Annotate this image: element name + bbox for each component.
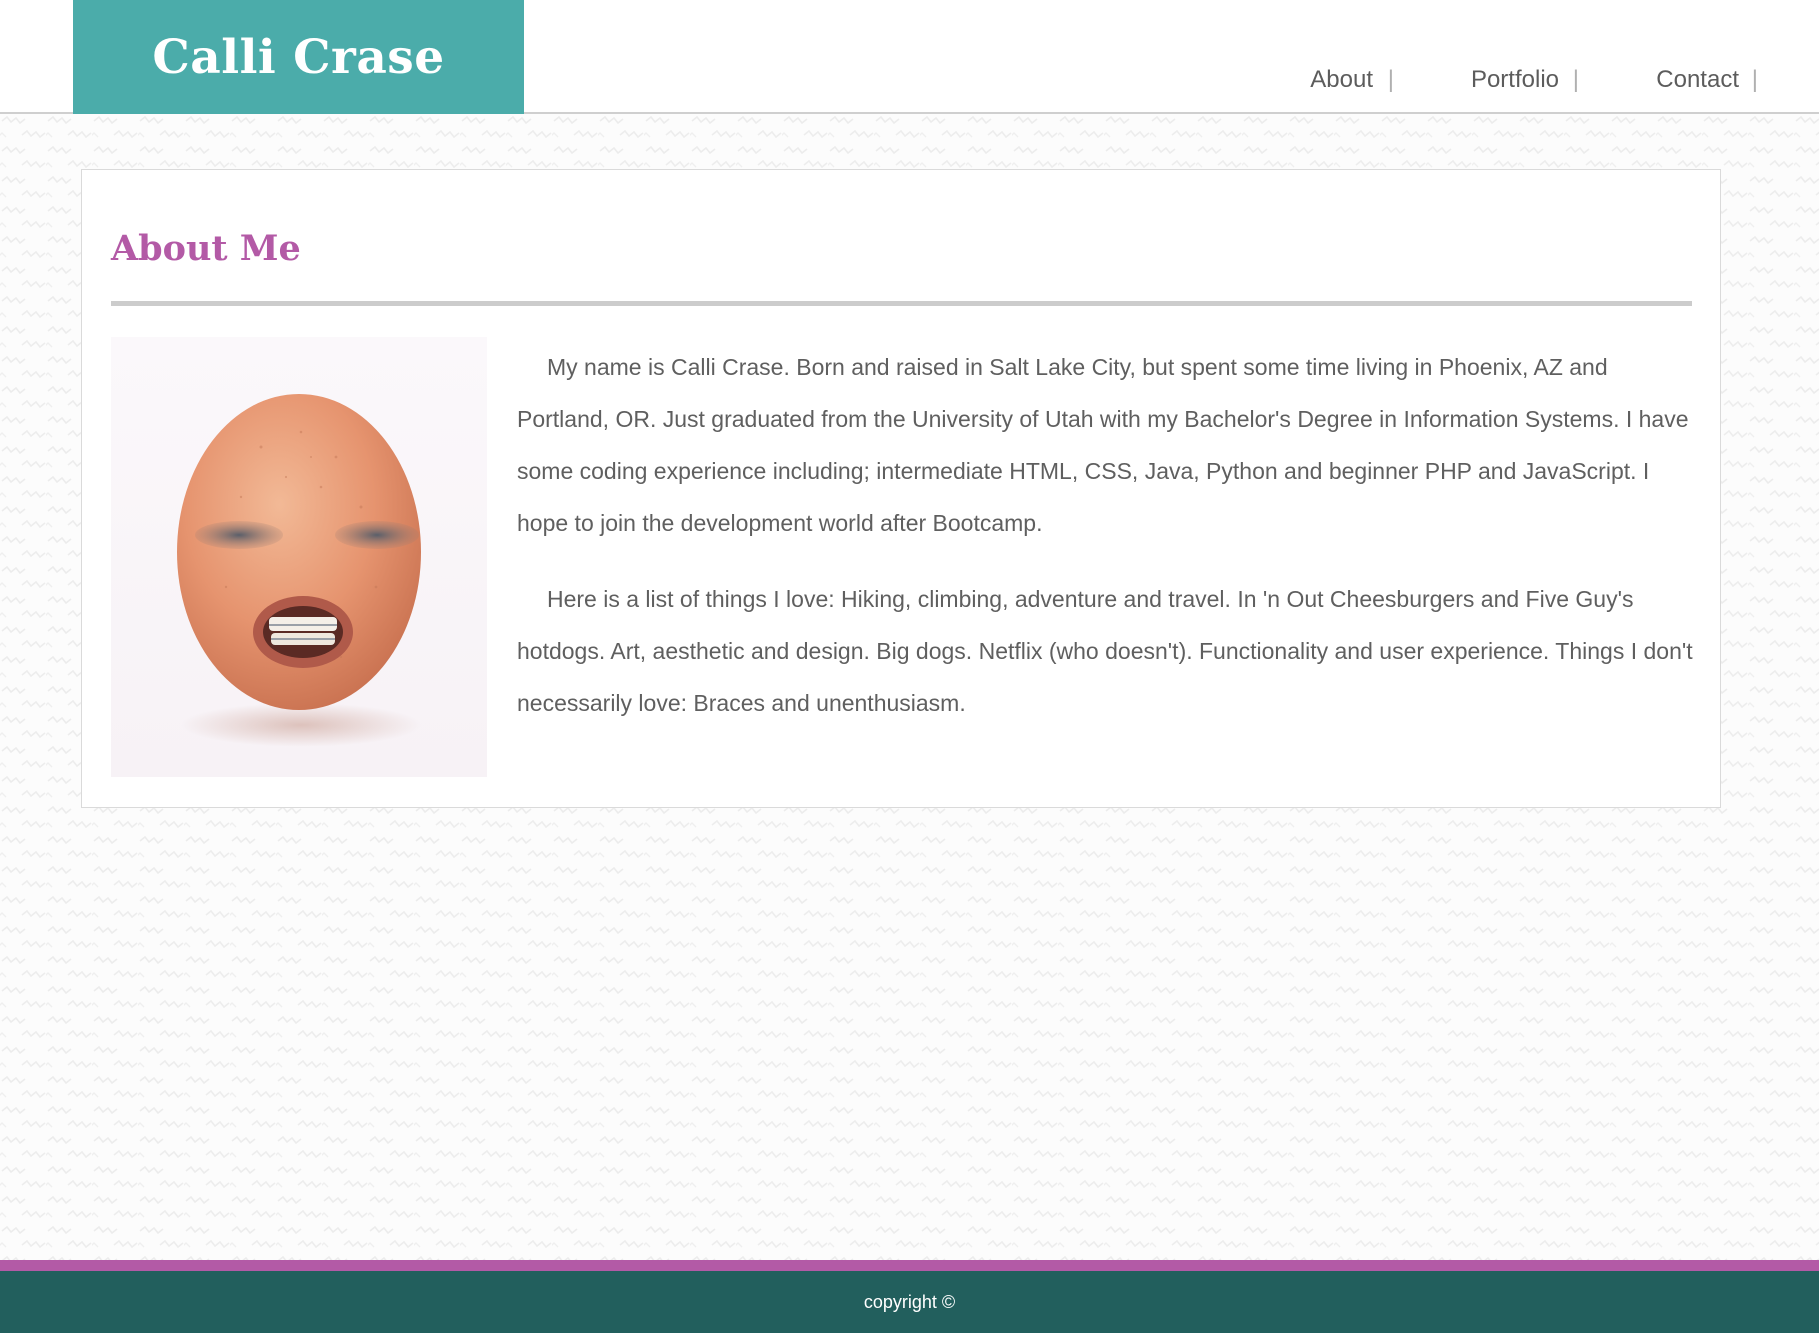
site-brand[interactable]: Calli Crase xyxy=(73,0,524,114)
footer-accent-stripe xyxy=(0,1260,1819,1271)
site-header: Calli Crase About | Portfolio | Contact … xyxy=(0,0,1819,114)
bio-paragraph: Here is a list of things I love: Hiking,… xyxy=(517,586,1693,716)
site-footer: copyright © xyxy=(0,1271,1819,1333)
nav-portfolio[interactable]: Portfolio xyxy=(1471,66,1559,94)
nav-separator: | xyxy=(1751,66,1758,93)
about-card: About Me My name is Calli Crase. Born an… xyxy=(81,169,1721,808)
about-title: About Me xyxy=(111,228,301,269)
nav-separator: | xyxy=(1572,66,1579,93)
title-divider xyxy=(111,301,1692,306)
profile-image xyxy=(111,337,487,777)
bio-paragraph: My name is Calli Crase. Born and raised … xyxy=(517,354,1689,536)
nav-separator: | xyxy=(1387,66,1394,93)
nav-about[interactable]: About xyxy=(1310,66,1373,94)
about-bio: My name is Calli Crase. Born and raised … xyxy=(517,341,1697,753)
nav-contact[interactable]: Contact xyxy=(1656,66,1739,94)
copyright-text: copyright © xyxy=(863,1291,956,1312)
